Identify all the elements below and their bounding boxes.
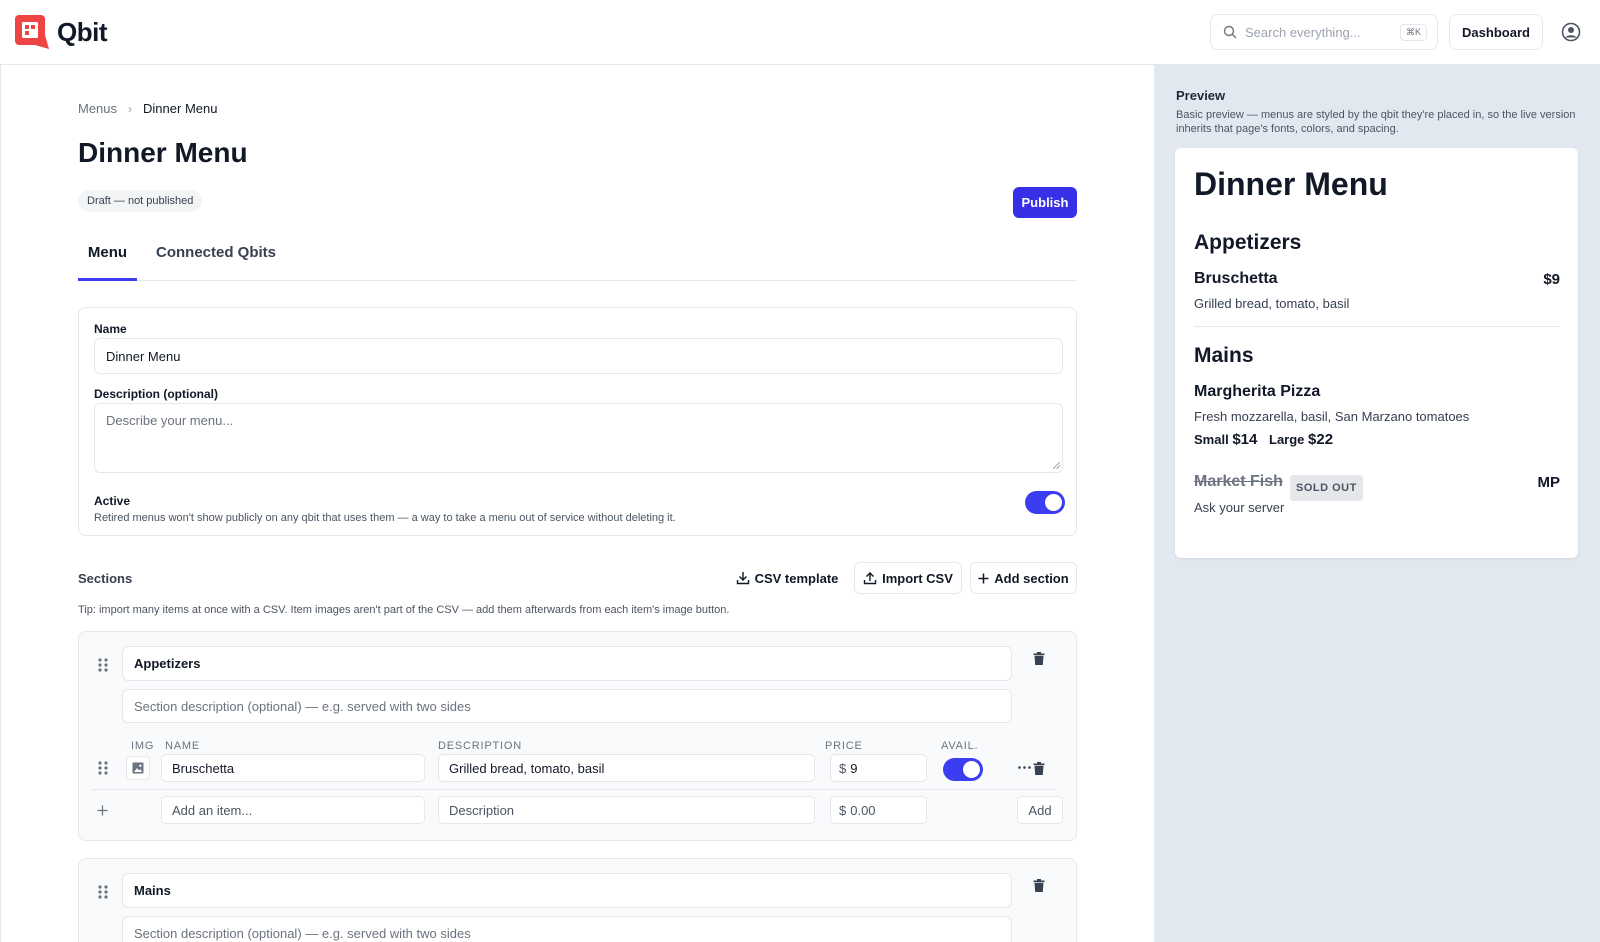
drag-handle-icon[interactable] — [98, 761, 108, 775]
status-badge: Draft — not published — [78, 190, 203, 212]
tab-connected-qbits[interactable]: Connected Qbits — [156, 235, 276, 281]
active-help-text: Retired menus won't show publicly on any… — [94, 512, 676, 524]
search-shortcut-hint: ⌘K — [1399, 24, 1427, 41]
breadcrumb-menus-link[interactable]: Menus — [78, 101, 117, 116]
csv-template-label: CSV template — [754, 570, 839, 586]
column-header-img: IMG — [131, 740, 155, 752]
breadcrumb: Menus › Dinner Menu — [78, 101, 217, 116]
section-card-appetizers: IMG NAME DESCRIPTION PRICE AVAIL. $ — [78, 631, 1077, 841]
active-label: Active — [94, 494, 131, 508]
global-search[interactable]: ⌘K — [1210, 14, 1438, 50]
upload-icon — [863, 572, 877, 585]
menu-details-card: Name Description (optional) Active Retir… — [78, 307, 1077, 536]
preview-item-description: Fresh mozzarella, basil, San Marzano tom… — [1194, 409, 1470, 424]
dashboard-button[interactable]: Dashboard — [1449, 14, 1543, 50]
menu-editor: Menus › Dinner Menu Dinner Menu Draft — … — [0, 65, 1154, 942]
section-name-input[interactable] — [122, 646, 1012, 681]
item-price-field[interactable]: $ — [830, 754, 927, 782]
drag-handle-icon[interactable] — [98, 885, 108, 899]
user-account-icon[interactable] — [1561, 22, 1581, 42]
column-header-price: PRICE — [825, 740, 863, 752]
currency-symbol: $ — [839, 760, 847, 776]
menu-description-textarea[interactable] — [94, 403, 1063, 473]
tab-menu[interactable]: Menu — [78, 235, 137, 281]
column-header-description: DESCRIPTION — [438, 740, 522, 752]
trash-icon[interactable] — [1033, 762, 1045, 775]
active-toggle[interactable] — [1025, 491, 1065, 514]
editor-tabs: Menu Connected Qbits — [78, 235, 1077, 281]
column-header-avail: AVAIL. — [941, 740, 979, 752]
size-label: Large — [1269, 432, 1305, 447]
more-options-icon[interactable] — [1018, 766, 1031, 769]
new-item-price-field[interactable]: $ — [830, 796, 927, 824]
preview-panel: Preview Basic preview — menus are styled… — [1154, 65, 1600, 942]
trash-icon[interactable] — [1033, 652, 1045, 665]
chevron-right-icon: › — [128, 101, 133, 116]
section-card-mains — [78, 858, 1077, 942]
csv-tip: Tip: import many items at once with a CS… — [78, 604, 730, 616]
preview-item-description: Ask your server — [1194, 500, 1285, 515]
plus-icon — [97, 805, 108, 816]
top-bar: Qbit ⌘K Dashboard — [0, 0, 1600, 65]
sold-out-badge: SOLD OUT — [1290, 475, 1363, 501]
currency-symbol: $ — [839, 802, 847, 818]
plus-icon — [978, 573, 989, 583]
page-title: Dinner Menu — [78, 137, 248, 168]
add-item-button[interactable]: Add — [1017, 796, 1063, 824]
new-item-price-input[interactable] — [850, 802, 911, 818]
section-description-input[interactable] — [122, 689, 1012, 723]
preview-size-price: Small $14 — [1194, 431, 1257, 448]
section-description-input[interactable] — [122, 916, 1012, 942]
preview-divider — [1194, 326, 1559, 327]
preview-section-title: Mains — [1194, 344, 1254, 367]
search-input[interactable] — [1245, 24, 1395, 40]
preview-item-name: Market Fish — [1194, 473, 1283, 490]
search-icon — [1223, 25, 1237, 39]
description-label: Description (optional) — [94, 387, 218, 401]
import-csv-button[interactable]: Import CSV — [854, 562, 962, 594]
image-icon — [132, 762, 144, 774]
row-divider — [91, 789, 1056, 790]
preview-item-name: Margherita Pizza — [1194, 383, 1321, 400]
preview-menu-card: Dinner Menu Appetizers Bruschetta $9 Gri… — [1175, 148, 1578, 558]
size-price: $14 — [1232, 431, 1258, 448]
item-price-input[interactable] — [850, 760, 911, 776]
item-name-input[interactable] — [161, 754, 425, 782]
drag-handle-icon[interactable] — [98, 658, 108, 672]
preview-section-title: Appetizers — [1194, 231, 1302, 254]
brand-name: Qbit — [57, 16, 108, 47]
trash-icon[interactable] — [1033, 879, 1045, 892]
column-header-name: NAME — [165, 740, 200, 752]
new-item-name-input[interactable] — [161, 796, 425, 824]
name-label: Name — [94, 322, 127, 336]
csv-template-button[interactable]: CSV template — [733, 562, 841, 594]
add-section-label: Add section — [994, 570, 1069, 586]
preview-menu-title: Dinner Menu — [1194, 166, 1388, 202]
preview-size-price: Large $22 — [1269, 431, 1333, 448]
download-icon — [736, 572, 749, 585]
resize-grip-icon[interactable] — [1053, 462, 1060, 469]
preview-note: Basic preview — menus are styled by the … — [1176, 109, 1576, 135]
menu-name-input[interactable] — [94, 338, 1063, 374]
size-label: Small — [1194, 432, 1229, 447]
preview-item-name: Bruschetta — [1194, 270, 1278, 287]
preview-item-price: $9 — [1543, 271, 1560, 288]
preview-item-price: MP — [1537, 474, 1561, 491]
section-name-input[interactable] — [122, 873, 1012, 908]
add-section-button[interactable]: Add section — [970, 562, 1077, 594]
item-image-button[interactable] — [126, 756, 150, 780]
new-item-description-input[interactable] — [438, 796, 815, 824]
import-csv-label: Import CSV — [882, 570, 953, 586]
qbit-logo-icon — [15, 15, 49, 49]
sections-heading: Sections — [78, 571, 133, 586]
item-description-input[interactable] — [438, 754, 815, 782]
publish-button[interactable]: Publish — [1013, 187, 1077, 218]
item-availability-toggle[interactable] — [943, 758, 983, 781]
breadcrumb-current: Dinner Menu — [143, 101, 218, 116]
size-price: $22 — [1308, 431, 1334, 448]
preview-heading: Preview — [1176, 88, 1226, 103]
preview-item-description: Grilled bread, tomato, basil — [1194, 296, 1350, 311]
brand-logo[interactable]: Qbit — [15, 15, 108, 49]
